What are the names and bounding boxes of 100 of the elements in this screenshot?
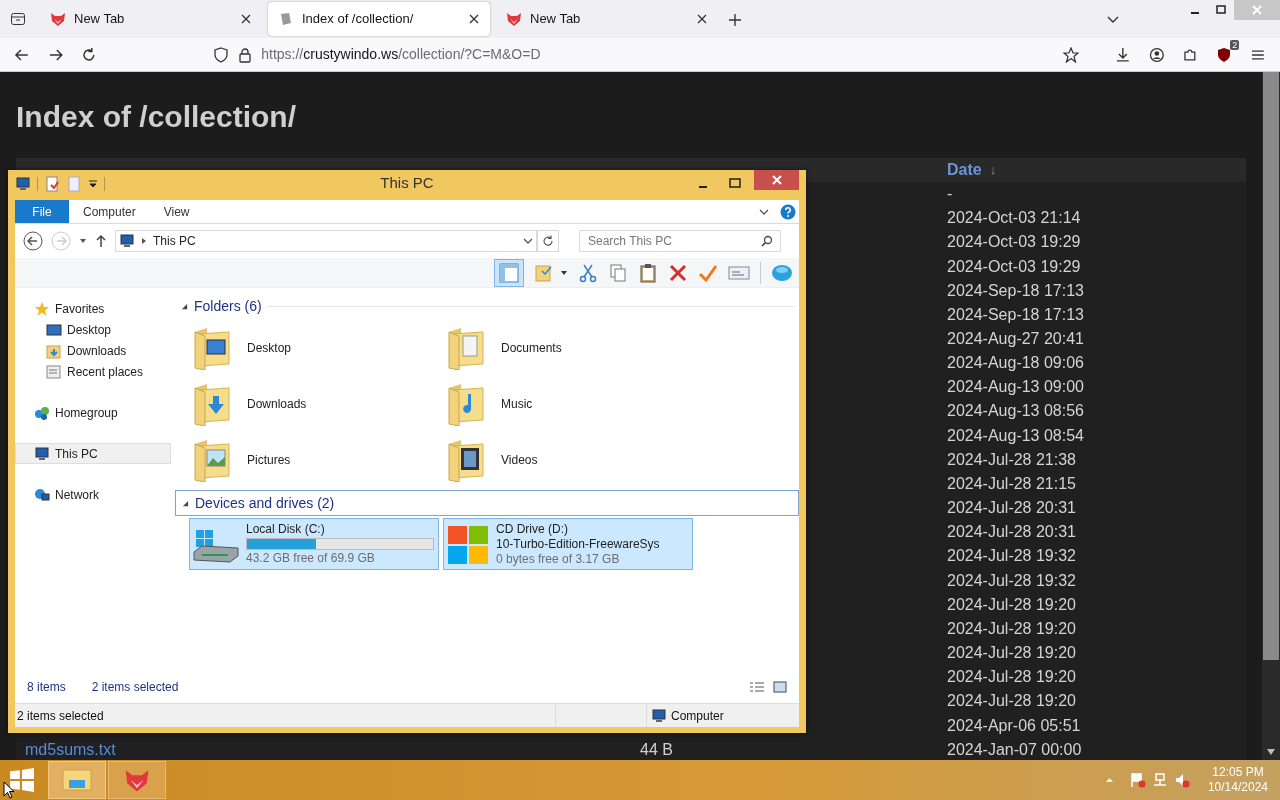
- window-title: This PC: [380, 173, 434, 194]
- browser-tab[interactable]: Index of /collection/: [268, 2, 490, 36]
- delete-icon[interactable]: [668, 262, 688, 283]
- refresh-icon[interactable]: [542, 235, 554, 247]
- copy-icon[interactable]: [608, 262, 628, 283]
- group-header[interactable]: Folders (6): [194, 295, 262, 317]
- folder-icon: [447, 326, 487, 370]
- globe-icon[interactable]: [771, 262, 793, 283]
- folder-tile[interactable]: Videos: [443, 432, 697, 488]
- nav-item[interactable]: Recent places: [15, 361, 171, 382]
- nav-item[interactable]: Network: [15, 484, 171, 505]
- folder-tile[interactable]: Downloads: [189, 376, 443, 432]
- folder-icon: [447, 382, 487, 426]
- checkmark-icon[interactable]: [698, 262, 718, 283]
- places-icon: [46, 363, 62, 380]
- ribbon-tab[interactable]: View: [149, 200, 204, 223]
- close-button[interactable]: [754, 170, 799, 190]
- nav-item[interactable]: Downloads: [15, 340, 171, 361]
- tab-list-icon[interactable]: [10, 11, 26, 27]
- folder-tile[interactable]: Music: [443, 376, 697, 432]
- nav-item[interactable]: This PC: [15, 443, 171, 464]
- close-icon[interactable]: [240, 13, 252, 25]
- file-date: 2024-Aug-13 08:56: [947, 401, 1084, 422]
- file-date: 2024-Sep-18 17:13: [947, 304, 1084, 325]
- file-date: 2024-Jul-28 19:20: [947, 594, 1076, 615]
- dropdown-icon[interactable]: [560, 268, 568, 277]
- count-badge: 2: [1230, 39, 1240, 50]
- folder-icon: [193, 438, 233, 482]
- chevron-icon: [141, 237, 147, 245]
- dropdown-icon[interactable]: [523, 236, 533, 246]
- customize-icon[interactable]: [88, 178, 98, 189]
- folder-name: Music: [501, 396, 533, 413]
- page-icon: [278, 11, 294, 27]
- download-icon[interactable]: [1115, 46, 1131, 63]
- folder-name: Videos: [501, 452, 538, 469]
- status-text: 2 items selected: [16, 707, 105, 725]
- flag-icon[interactable]: [1129, 772, 1146, 788]
- drive-tile[interactable]: CD Drive (D:) 10-Turbo-Edition-FreewareSys 0 bytes free of 3.17 GB: [443, 518, 693, 570]
- item-count: 8 items: [27, 679, 66, 696]
- speaker-icon[interactable]: [1173, 772, 1190, 788]
- folder-icon: [193, 326, 233, 370]
- pane-icon: [499, 262, 519, 283]
- folder-options-icon[interactable]: [534, 262, 554, 283]
- star-icon[interactable]: [1063, 46, 1079, 63]
- file-date: 2024-Sep-18 17:13: [947, 280, 1084, 301]
- ribbon-tab[interactable]: Computer: [69, 200, 150, 223]
- help-icon[interactable]: [780, 203, 796, 220]
- file-date: 2024-Jan-07 00:00: [947, 739, 1082, 760]
- folder-tile[interactable]: Desktop: [189, 320, 443, 376]
- file-date: 2024-Oct-03 19:29: [947, 232, 1081, 253]
- account-icon[interactable]: [1148, 46, 1165, 63]
- folder-name: Documents: [501, 340, 562, 357]
- browser-tab[interactable]: New Tab: [496, 2, 718, 36]
- group-header[interactable]: Devices and drives (2): [195, 492, 335, 514]
- free-space: 43.2 GB free of 69.9 GB: [246, 551, 376, 566]
- start-icon[interactable]: [9, 767, 35, 793]
- fox-icon: [50, 11, 66, 27]
- new-tab-icon[interactable]: [728, 13, 742, 27]
- file-date: 2024-Aug-27 20:41: [947, 329, 1084, 349]
- extension-icon[interactable]: [1216, 46, 1233, 63]
- file-date: 2024-Jul-28 19:32: [947, 546, 1076, 567]
- computer-icon: [15, 175, 31, 192]
- close-icon[interactable]: [696, 13, 708, 25]
- file-explorer-icon: [62, 767, 92, 793]
- file-link[interactable]: md5sums.txt: [25, 740, 116, 758]
- large-icons-view-icon[interactable]: [773, 681, 787, 693]
- scroll-down-icon[interactable]: [1266, 748, 1276, 756]
- properties-icon[interactable]: [44, 175, 60, 192]
- tab-title: New Tab: [74, 10, 126, 29]
- folder-tile[interactable]: Documents: [443, 320, 697, 376]
- file-date: 2024-Jul-28 20:31: [947, 498, 1076, 519]
- page-heading: Index of /collection/: [16, 99, 297, 135]
- browser-tab[interactable]: New Tab: [40, 2, 262, 36]
- nav-item[interactable]: Favorites: [15, 298, 171, 319]
- address-field[interactable]: This PC: [115, 230, 537, 252]
- nav-item[interactable]: Desktop: [15, 319, 171, 340]
- file-menu-tab[interactable]: File: [15, 200, 69, 223]
- recent-dropdown-icon[interactable]: [79, 237, 87, 245]
- file-date: 2024-Jul-28 20:31: [947, 522, 1076, 543]
- computer-icon: [119, 233, 135, 249]
- column-header[interactable]: Date: [947, 158, 982, 182]
- drive-tile[interactable]: Local Disk (C:) 43.2 GB free of 69.9 GB: [189, 518, 439, 570]
- nav-item[interactable]: Homegroup: [15, 402, 171, 423]
- volume-label: 10-Turbo-Edition-FreewareSys: [496, 536, 661, 552]
- close-icon[interactable]: [468, 13, 480, 25]
- file-date: 2024-Jul-28 21:38: [947, 449, 1076, 470]
- search-field[interactable]: Search This PC: [579, 230, 781, 252]
- address-bar[interactable]: https://crustywindo.ws/collection/?C=M&O=D: [213, 40, 1079, 69]
- monitor-icon: [46, 321, 62, 338]
- paste-icon[interactable]: [638, 262, 658, 283]
- collapse-icon[interactable]: [182, 499, 189, 507]
- file-date: 2024-Jul-28 19:32: [947, 570, 1076, 591]
- collapse-icon[interactable]: [181, 302, 188, 310]
- drive-name: CD Drive (D:): [496, 521, 569, 537]
- folder-tile[interactable]: Pictures: [189, 432, 443, 488]
- scrollbar[interactable]: [1262, 72, 1280, 760]
- up-icon[interactable]: [95, 234, 107, 248]
- cut-icon[interactable]: [578, 262, 598, 283]
- back-icon[interactable]: [23, 231, 43, 251]
- search-icon[interactable]: [761, 235, 773, 247]
